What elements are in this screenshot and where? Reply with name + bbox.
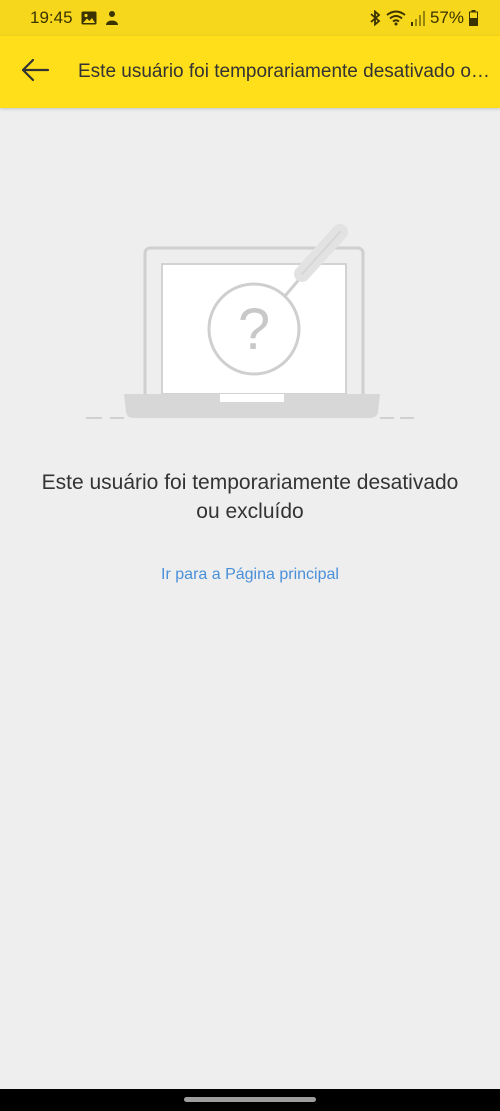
home-page-link[interactable]: Ir para a Página principal	[100, 566, 400, 584]
svg-text:?: ?	[238, 297, 270, 362]
status-left: 19:45	[30, 8, 119, 28]
notification-icon	[105, 10, 119, 26]
back-button[interactable]	[0, 36, 70, 108]
status-time: 19:45	[30, 8, 73, 27]
signal-icon	[410, 10, 425, 26]
app-bar: Este usuário foi temporariamente desativ…	[0, 36, 500, 108]
error-message: Este usuário foi temporariamente desativ…	[41, 471, 459, 523]
battery-icon	[469, 10, 478, 26]
page-title: Este usuário foi temporariamente desativ…	[78, 61, 490, 82]
home-indicator[interactable]	[184, 1097, 316, 1102]
status-bar: 19:45 57%	[0, 0, 500, 36]
laptop-question-icon: ?	[80, 212, 420, 428]
status-right: 57%	[369, 8, 478, 28]
image-icon	[81, 11, 97, 25]
screen: 19:45 57% Este usuário foi temporariamen…	[0, 0, 500, 1111]
system-nav-bar	[0, 1089, 500, 1111]
wifi-icon	[386, 10, 406, 26]
battery-percent: 57%	[429, 8, 464, 27]
bluetooth-icon	[369, 10, 381, 26]
arrow-left-icon	[20, 58, 50, 87]
